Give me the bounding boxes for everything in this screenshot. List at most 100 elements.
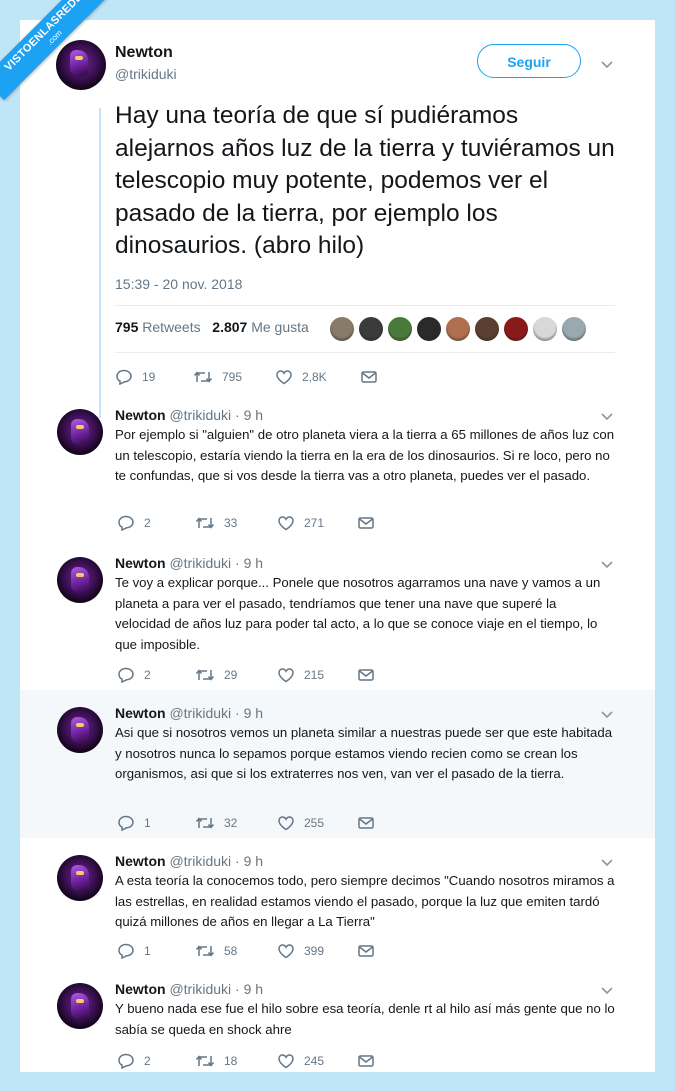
author-handle[interactable]: @trikiduki xyxy=(169,981,231,997)
author-name[interactable]: Newton xyxy=(115,981,166,997)
message-button[interactable] xyxy=(360,368,378,386)
chevron-down-icon[interactable] xyxy=(600,560,614,570)
reply-icon xyxy=(117,515,135,531)
retweet-button[interactable]: 58 xyxy=(195,942,237,960)
retweet-count: 18 xyxy=(224,1054,238,1068)
reply-button[interactable]: 1 xyxy=(117,814,151,832)
retweet-count: 32 xyxy=(224,816,238,830)
chevron-down-icon[interactable] xyxy=(600,858,614,868)
chevron-down-icon[interactable] xyxy=(600,412,614,422)
tweet-timestamp[interactable]: 15:39 - 20 nov. 2018 xyxy=(115,276,242,292)
liker-avatar[interactable] xyxy=(358,316,384,342)
reply-tweet[interactable]: Newton @trikiduki · 9 h A esta teoría la … xyxy=(20,838,655,966)
reply-time[interactable]: 9 h xyxy=(244,555,263,571)
like-count: 215 xyxy=(304,668,325,682)
reply-text: Y bueno nada ese fue el hilo sobre esa t… xyxy=(115,1001,615,1037)
separator: · xyxy=(235,705,240,721)
retweet-button[interactable]: 18 xyxy=(195,1052,237,1070)
likes-count[interactable]: 2.807 xyxy=(212,319,247,335)
liker-avatar[interactable] xyxy=(532,316,558,342)
liker-avatar[interactable] xyxy=(474,316,500,342)
reply-time[interactable]: 9 h xyxy=(244,981,263,997)
reply-tweet[interactable]: Newton @trikiduki · 9 h Asi que si nosotr… xyxy=(20,690,655,838)
reply-count: 19 xyxy=(142,370,156,384)
retweet-button[interactable]: 32 xyxy=(195,814,237,832)
message-button[interactable] xyxy=(357,514,375,532)
author-name[interactable]: Newton xyxy=(115,853,166,869)
like-button[interactable]: 215 xyxy=(277,666,324,684)
liker-avatar[interactable] xyxy=(387,316,413,342)
chevron-down-icon[interactable] xyxy=(600,986,614,996)
like-count: 245 xyxy=(304,1054,325,1068)
retweets-count[interactable]: 795 xyxy=(115,319,138,335)
author-name[interactable]: Newton xyxy=(115,555,166,571)
author-name[interactable]: Newton xyxy=(115,44,173,62)
author-handle[interactable]: @trikiduki xyxy=(169,705,231,721)
message-button[interactable] xyxy=(357,814,375,832)
reply-tweet[interactable]: Newton @trikiduki · 9 h Te voy a explicar… xyxy=(20,540,655,690)
message-button[interactable] xyxy=(357,1052,375,1070)
liker-avatar[interactable] xyxy=(416,316,442,342)
reply-tweet[interactable]: Newton @trikiduki · 9 h Por ejemplo si "a… xyxy=(20,392,655,540)
reply-time[interactable]: 9 h xyxy=(244,705,263,721)
likes-label[interactable]: Me gusta xyxy=(251,319,309,335)
retweet-count: 33 xyxy=(224,516,238,530)
envelope-icon xyxy=(357,667,375,683)
author-name[interactable]: Newton xyxy=(115,407,166,423)
heart-icon xyxy=(277,815,295,831)
avatar[interactable] xyxy=(56,40,106,90)
author-handle[interactable]: @trikiduki xyxy=(169,853,231,869)
retweet-count: 795 xyxy=(222,370,243,384)
divider xyxy=(115,352,615,353)
avatar[interactable] xyxy=(57,707,103,753)
reply-button[interactable]: 2 xyxy=(117,514,151,532)
author-handle[interactable]: @trikiduki xyxy=(115,66,177,82)
liker-avatar[interactable] xyxy=(561,316,587,342)
reply-button[interactable]: 19 xyxy=(115,368,155,386)
reply-button[interactable]: 1 xyxy=(117,942,151,960)
like-button[interactable]: 245 xyxy=(277,1052,324,1070)
avatar[interactable] xyxy=(57,409,103,455)
reply-time[interactable]: 9 h xyxy=(244,853,263,869)
author-handle[interactable]: @trikiduki xyxy=(169,555,231,571)
like-count: 399 xyxy=(304,944,325,958)
heart-icon xyxy=(277,943,295,959)
author-name[interactable]: Newton xyxy=(115,705,166,721)
like-button[interactable]: 271 xyxy=(277,514,324,532)
like-button[interactable]: 255 xyxy=(277,814,324,832)
envelope-icon xyxy=(361,371,377,383)
retweet-button[interactable]: 795 xyxy=(193,368,242,386)
reply-text: A esta teoría la conocemos todo, pero si… xyxy=(115,873,615,929)
reply-header: Newton @trikiduki · 9 h xyxy=(115,407,263,423)
retweets-label[interactable]: Retweets xyxy=(142,319,200,335)
like-button[interactable]: 399 xyxy=(277,942,324,960)
like-count: 2,8K xyxy=(302,370,327,384)
retweet-button[interactable]: 29 xyxy=(195,666,237,684)
reply-icon xyxy=(117,815,135,831)
liker-avatar[interactable] xyxy=(503,316,529,342)
author-handle[interactable]: @trikiduki xyxy=(169,407,231,423)
retweet-button[interactable]: 33 xyxy=(195,514,237,532)
avatar[interactable] xyxy=(57,557,103,603)
reply-time[interactable]: 9 h xyxy=(244,407,263,423)
heart-icon xyxy=(277,667,295,683)
reply-button[interactable]: 2 xyxy=(117,1052,151,1070)
reply-header: Newton @trikiduki · 9 h xyxy=(115,853,263,869)
chevron-down-icon[interactable] xyxy=(600,710,614,720)
reply-tweet[interactable]: Newton @trikiduki · 9 h Y bueno nada ese … xyxy=(20,966,655,1072)
heart-icon xyxy=(277,515,295,531)
reply-icon xyxy=(117,1053,135,1069)
message-button[interactable] xyxy=(357,666,375,684)
message-button[interactable] xyxy=(357,942,375,960)
liker-avatar[interactable] xyxy=(329,316,355,342)
reply-header: Newton @trikiduki · 9 h xyxy=(115,705,263,721)
reply-icon xyxy=(117,667,135,683)
retweet-icon xyxy=(193,371,213,383)
follow-button[interactable]: Seguir xyxy=(477,44,581,78)
reply-button[interactable]: 2 xyxy=(117,666,151,684)
avatar[interactable] xyxy=(57,983,103,1029)
chevron-down-icon[interactable] xyxy=(600,60,614,70)
like-button[interactable]: 2,8K xyxy=(275,368,327,386)
liker-avatar[interactable] xyxy=(445,316,471,342)
avatar[interactable] xyxy=(57,855,103,901)
